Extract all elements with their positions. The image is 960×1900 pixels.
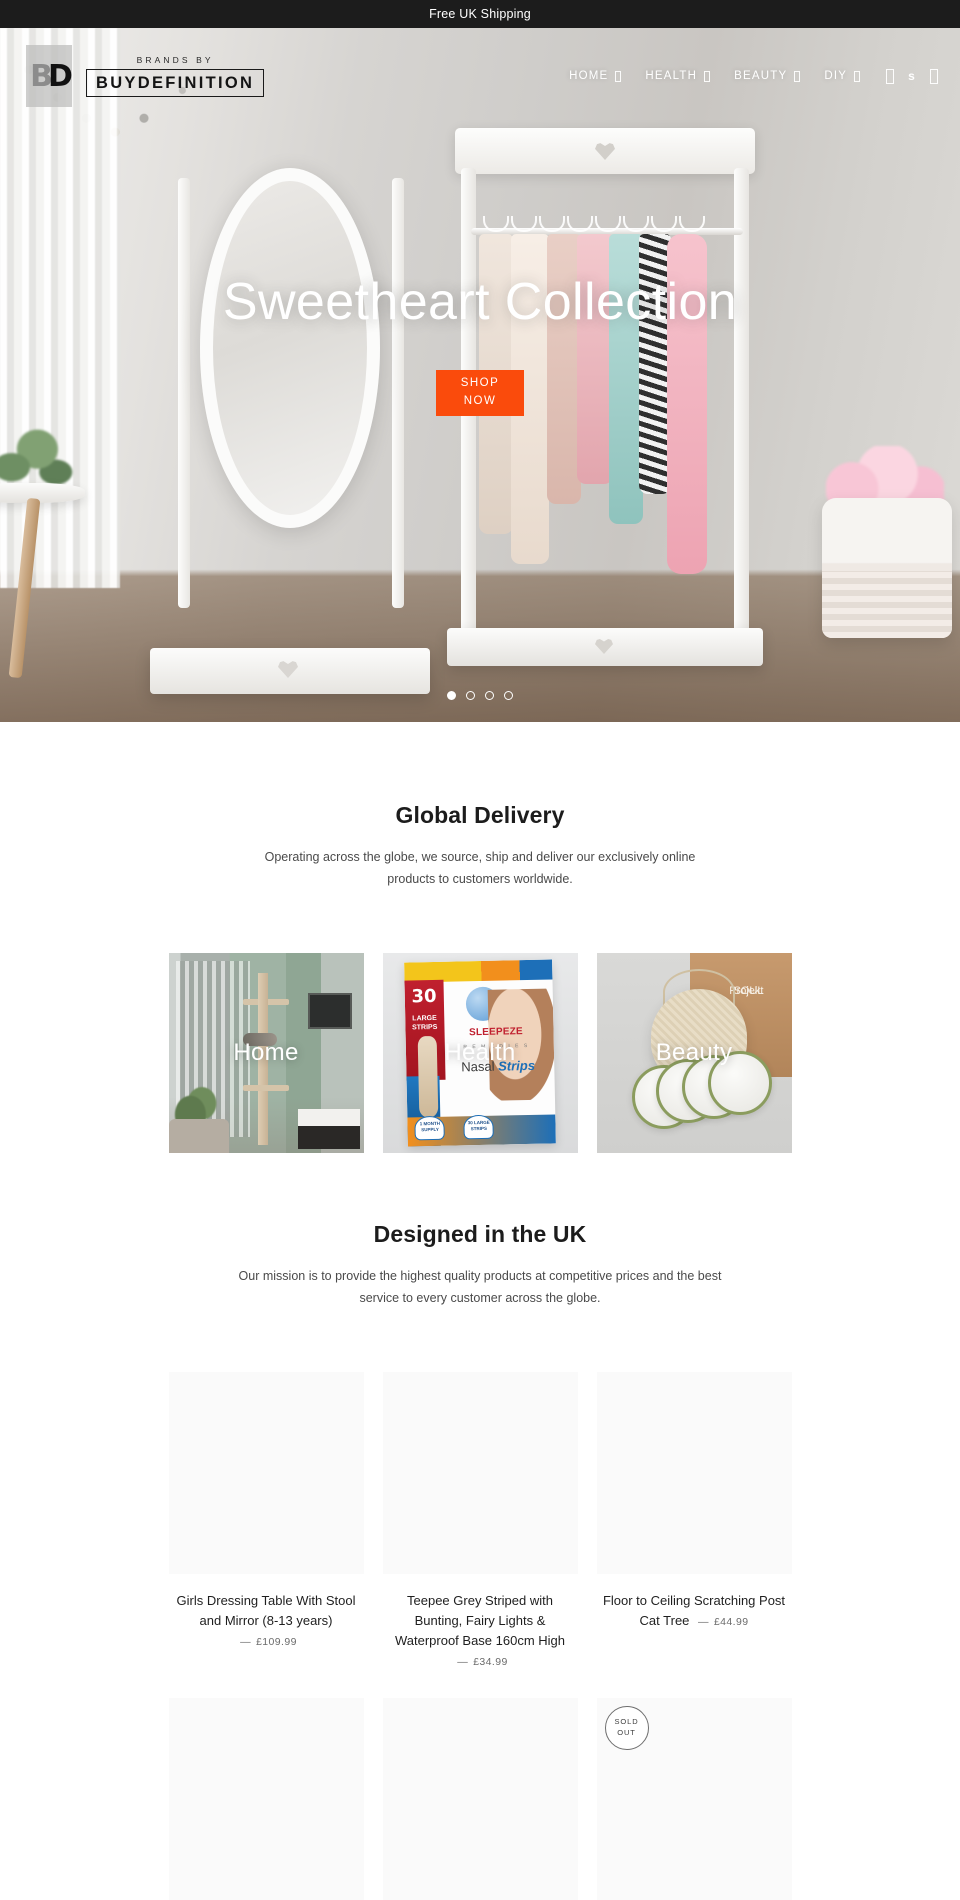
product-price-dash: — — [240, 1635, 252, 1648]
header-icon-group: s — [872, 68, 938, 84]
logo-mark-icon: BD — [26, 45, 73, 107]
product-price: — £109.99 — [235, 1636, 297, 1648]
hero-carousel[interactable]: BD BRANDS BY BUYDEFINITION HOME HEALTH B… — [0, 28, 960, 722]
category-tiles: Home 30 LARGE STRIPS SLEEPEZE R E M E D … — [0, 952, 960, 1153]
hero-title: Sweetheart Collection — [222, 273, 738, 332]
category-label-health: Health — [444, 1038, 516, 1066]
logo-mark-left: B — [30, 58, 53, 94]
product-title: Teepee Grey Striped with Bunting, Fairy … — [394, 1592, 566, 1648]
global-delivery-body: Operating across the globe, we source, s… — [264, 850, 696, 886]
cart-icon[interactable] — [930, 68, 938, 84]
product-meta: Girls Dressing Table With Stool and Mirr… — [169, 1591, 364, 1651]
product-price-value: £34.99 — [473, 1655, 508, 1668]
product-image — [382, 1371, 578, 1574]
product-image — [168, 1698, 364, 1900]
product-grid-row-2: SOLD OUT — [0, 1698, 960, 1900]
carousel-dots — [0, 691, 960, 700]
designed-uk-body: Our mission is to provide the highest qu… — [238, 1268, 722, 1305]
logo-mark-right: D — [47, 58, 73, 94]
carousel-dot-1[interactable] — [447, 691, 456, 700]
shop-now-line1: SHOP — [460, 376, 500, 389]
shop-now-line2: NOW — [463, 394, 497, 407]
product-image — [168, 1371, 364, 1574]
nav-label-home: HOME — [569, 70, 609, 82]
category-label-home: Home — [233, 1038, 299, 1066]
global-delivery-title: Global Delivery — [395, 802, 565, 828]
carousel-dot-2[interactable] — [466, 691, 475, 700]
product-card[interactable]: SOLD OUT — [596, 1698, 792, 1900]
account-icon[interactable]: s — [908, 69, 916, 83]
nav-item-health[interactable]: HEALTH — [633, 70, 722, 82]
product-meta: Floor to Ceiling Scratching Post Cat Tre… — [597, 1591, 792, 1631]
nav-label-diy: DIY — [824, 70, 848, 82]
product-price-value: £44.99 — [713, 1615, 749, 1628]
search-icon[interactable] — [886, 68, 895, 84]
site-header: BD BRANDS BY BUYDEFINITION HOME HEALTH B… — [0, 28, 960, 124]
product-price-dash: — — [698, 1615, 709, 1628]
hero-content: Sweetheart Collection SHOP NOW — [0, 28, 960, 722]
status-badge-sold-out: SOLD OUT — [604, 1706, 649, 1751]
chevron-down-icon — [704, 70, 711, 82]
product-price-value: £109.99 — [256, 1635, 297, 1648]
carousel-dot-4[interactable] — [504, 691, 513, 700]
product-meta: Teepee Grey Striped with Bunting, Fairy … — [383, 1591, 578, 1672]
global-delivery-section: Global Delivery Operating across the glo… — [0, 722, 960, 1153]
designed-uk-section: Designed in the UK Our mission is to pro… — [0, 1153, 960, 1900]
category-tile-home[interactable]: Home — [168, 952, 364, 1153]
carousel-dot-3[interactable] — [485, 691, 494, 700]
sold-out-line2: OUT — [617, 1728, 636, 1738]
announcement-bar: Free UK Shipping — [0, 0, 960, 28]
sold-out-line1: SOLD — [614, 1717, 639, 1727]
product-price: — £34.99 — [452, 1656, 507, 1668]
shop-now-button[interactable]: SHOP NOW — [436, 369, 524, 416]
logo-name: BUYDEFINITION — [86, 69, 265, 97]
product-price: — £44.99 — [693, 1616, 748, 1628]
designed-uk-title: Designed in the UK — [373, 1220, 587, 1247]
product-card[interactable] — [168, 1698, 364, 1900]
main-navigation: HOME HEALTH BEAUTY DIY s — [557, 68, 938, 84]
chevron-down-icon — [615, 70, 622, 82]
site-logo[interactable]: BD BRANDS BY BUYDEFINITION — [26, 45, 265, 107]
category-tile-beauty[interactable]: SOUL Projekt Beauty — [596, 952, 792, 1153]
product-card[interactable]: Floor to Ceiling Scratching Post Cat Tre… — [596, 1371, 792, 1672]
product-grid-row-1: Girls Dressing Table With Stool and Mirr… — [0, 1371, 960, 1672]
product-image — [596, 1371, 792, 1574]
nav-item-diy[interactable]: DIY — [812, 70, 872, 82]
chevron-down-icon — [794, 70, 801, 82]
logo-subtitle: BRANDS BY — [136, 55, 214, 66]
nav-label-health: HEALTH — [645, 70, 698, 82]
product-card[interactable]: Girls Dressing Table With Stool and Mirr… — [168, 1371, 364, 1672]
product-card[interactable]: Teepee Grey Striped with Bunting, Fairy … — [382, 1371, 578, 1672]
nav-item-home[interactable]: HOME — [557, 70, 633, 82]
chevron-down-icon — [854, 70, 861, 82]
nav-label-beauty: BEAUTY — [734, 70, 788, 82]
product-price-dash: — — [457, 1655, 469, 1668]
announcement-text: Free UK Shipping — [429, 7, 531, 21]
category-label-beauty: Beauty — [655, 1038, 733, 1066]
nav-item-beauty[interactable]: BEAUTY — [722, 70, 812, 82]
product-image — [382, 1698, 578, 1900]
product-title: Girls Dressing Table With Stool and Mirr… — [176, 1592, 356, 1628]
category-tile-health[interactable]: 30 LARGE STRIPS SLEEPEZE R E M E D I E S… — [382, 952, 578, 1153]
product-card[interactable] — [382, 1698, 578, 1900]
logo-text: BRANDS BY BUYDEFINITION — [86, 55, 265, 97]
